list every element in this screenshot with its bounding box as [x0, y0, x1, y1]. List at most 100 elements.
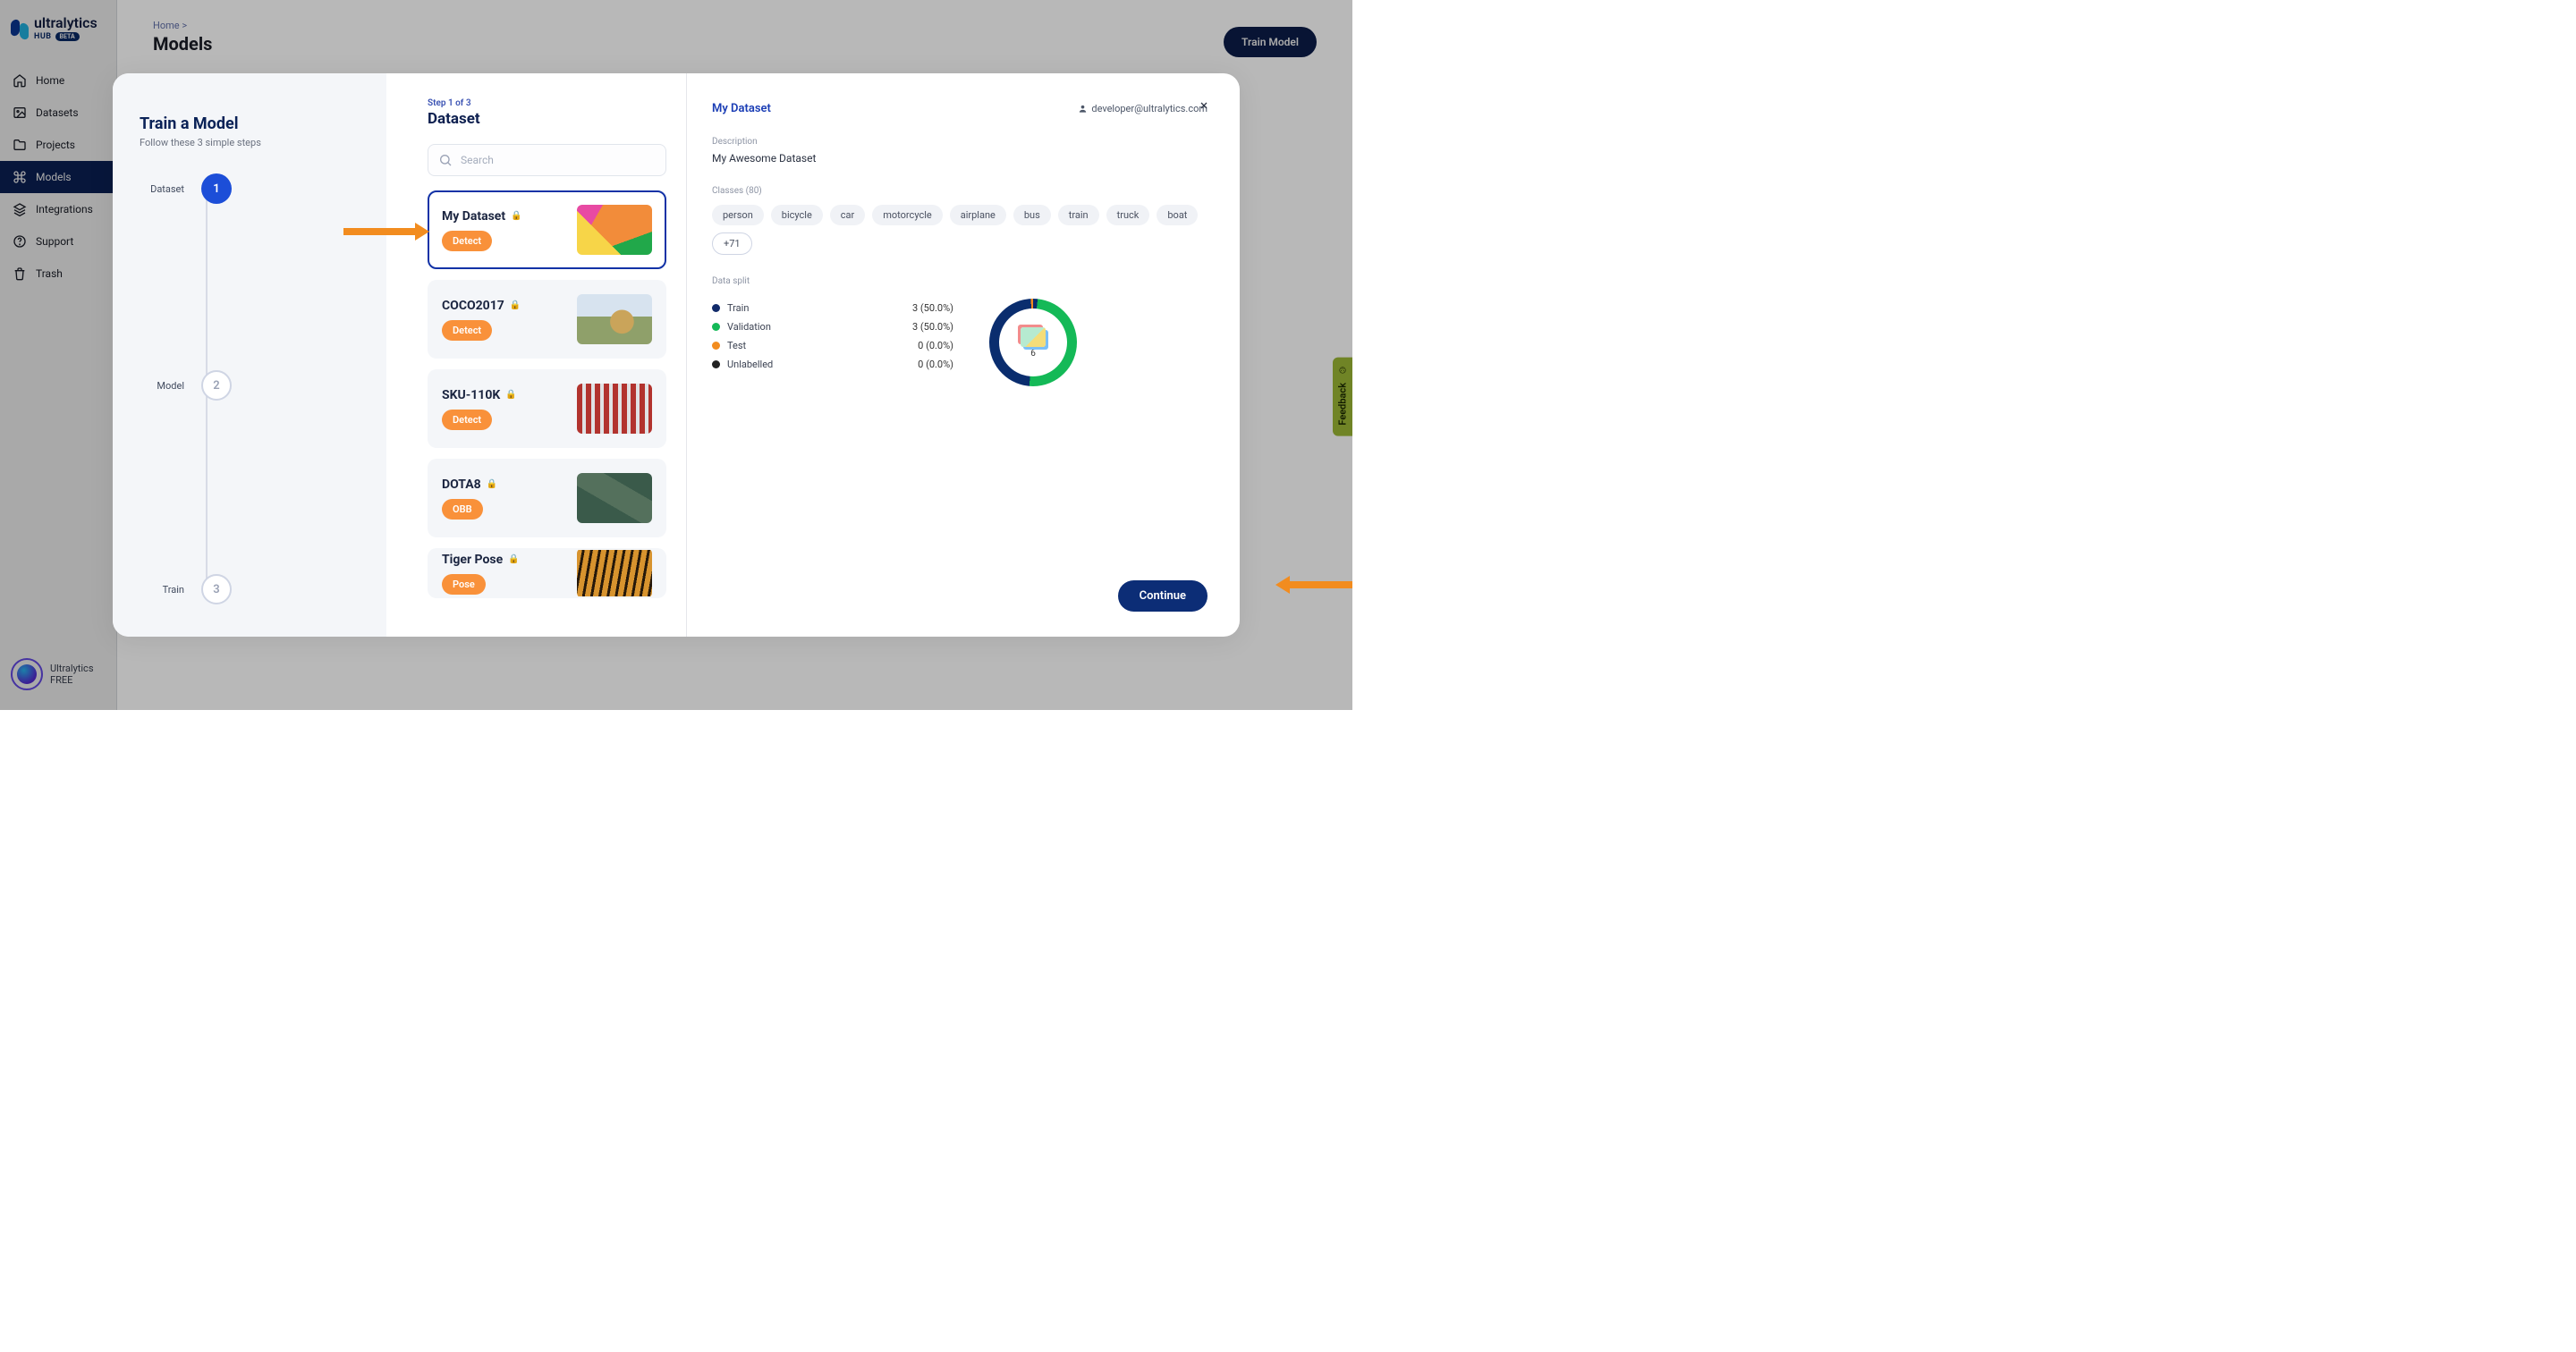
nav-models-label: Models [36, 171, 72, 183]
step-dataset[interactable]: Dataset 1 [140, 173, 232, 204]
home-icon [13, 73, 27, 88]
dataset-tag: Detect [442, 410, 492, 430]
nav-trash[interactable]: Trash [0, 258, 116, 290]
nav-support[interactable]: Support [0, 225, 116, 258]
dataset-card-coco2017[interactable]: COCO2017🔒 Detect [428, 280, 666, 359]
user-footer[interactable]: Ultralytics FREE [0, 649, 116, 699]
nav: Home Datasets Projects Models Integratio… [0, 64, 116, 290]
step-train[interactable]: Train 3 [140, 574, 232, 604]
panel-title: Dataset [428, 110, 666, 128]
dataset-list-panel: Step 1 of 3 Dataset My Dataset 🔒 Detect C… [386, 73, 687, 637]
dot-icon [712, 304, 720, 312]
logo-brand-text: ultralytics [34, 16, 97, 30]
dot-icon [712, 360, 720, 368]
dataset-card-tigerpose[interactable]: Tiger Pose🔒 Pose [428, 548, 666, 598]
user-icon [1078, 104, 1088, 114]
dataset-detail-panel: My Dataset developer@ultralytics.com Des… [687, 73, 1240, 637]
train-modal: Train a Model Follow these 3 simple step… [113, 73, 1240, 637]
split-row-train: Train 3 (50.0%) [712, 299, 953, 317]
dataset-card-dota8[interactable]: DOTA8🔒 OBB [428, 459, 666, 537]
detail-owner-email: developer@ultralytics.com [1078, 103, 1208, 114]
dataset-name: My Dataset [442, 209, 505, 224]
nav-home[interactable]: Home [0, 64, 116, 97]
feedback-tab[interactable]: Feedback [1333, 358, 1352, 436]
dataset-name: Tiger Pose [442, 553, 503, 567]
nav-projects[interactable]: Projects [0, 129, 116, 161]
class-chip: boat [1157, 205, 1198, 225]
dataset-tag: Pose [442, 574, 486, 595]
logo-mark-icon [11, 18, 29, 39]
class-chip: airplane [950, 205, 1006, 225]
nav-trash-label: Trash [36, 267, 63, 280]
annotation-arrow-continue [1275, 580, 1352, 589]
breadcrumb[interactable]: Home > [153, 20, 1317, 31]
step-model-dot: 2 [201, 370, 232, 401]
logo-hub-text: HUB [34, 32, 52, 41]
nav-datasets[interactable]: Datasets [0, 97, 116, 129]
split-name: Train [727, 302, 912, 314]
donut-count: 6 [1030, 349, 1036, 359]
nav-models[interactable]: Models [0, 161, 116, 193]
folder-icon [13, 138, 27, 152]
nav-integrations-label: Integrations [36, 203, 93, 215]
class-chip: truck [1106, 205, 1150, 225]
close-modal-button[interactable] [1193, 95, 1215, 116]
class-chip-more[interactable]: +71 [712, 232, 752, 255]
dataset-thumbnail [577, 548, 652, 598]
command-icon [13, 170, 27, 184]
page-title: Models [153, 33, 1317, 55]
split-value: 0 (0.0%) [918, 340, 953, 351]
train-model-button[interactable]: Train Model [1224, 27, 1317, 57]
trash-icon [13, 266, 27, 281]
continue-button[interactable]: Continue [1118, 580, 1208, 612]
dot-icon [712, 342, 720, 350]
annotation-arrow-select-dataset [343, 227, 429, 236]
classes-label: Classes (80) [712, 186, 1208, 196]
step-train-label: Train [140, 584, 184, 596]
nav-home-label: Home [36, 74, 64, 87]
split-label: Data split [712, 276, 1208, 286]
step-model[interactable]: Model 2 [140, 370, 232, 401]
dataset-name: DOTA8 [442, 477, 481, 492]
dataset-name: SKU-110K [442, 388, 500, 402]
step-train-dot: 3 [201, 574, 232, 604]
image-icon [13, 106, 27, 120]
split-name: Unlabelled [727, 359, 918, 370]
class-chips: person bicycle car motorcycle airplane b… [712, 205, 1208, 255]
dataset-thumbnail [577, 205, 652, 255]
user-plan: FREE [50, 674, 94, 686]
lock-icon: 🔒 [511, 211, 521, 221]
breadcrumb-home[interactable]: Home [153, 20, 180, 31]
help-icon [13, 234, 27, 249]
split-name: Validation [727, 321, 912, 333]
search-icon [438, 153, 453, 167]
class-chip: train [1058, 205, 1099, 225]
avatar [11, 658, 43, 690]
dataset-tag: OBB [442, 499, 483, 520]
step-indicator: Step 1 of 3 [428, 98, 666, 108]
split-row-validation: Validation 3 (50.0%) [712, 317, 953, 336]
dataset-thumbnail [577, 294, 652, 344]
stepper: Dataset 1 Model 2 Train 3 [140, 173, 360, 594]
description-label: Description [712, 137, 1208, 147]
sidebar: ultralytics HUB BETA Home Datasets Proje… [0, 0, 117, 710]
modal-subtitle: Follow these 3 simple steps [140, 137, 360, 148]
split-row-test: Test 0 (0.0%) [712, 336, 953, 355]
description-value: My Awesome Dataset [712, 152, 1208, 165]
logo-beta-badge: BETA [55, 32, 80, 41]
user-name: Ultralytics [50, 663, 94, 674]
lock-icon: 🔒 [505, 390, 516, 400]
dataset-card-my-dataset[interactable]: My Dataset🔒 Detect [428, 190, 666, 269]
split-value: 3 (50.0%) [912, 302, 953, 314]
nav-support-label: Support [36, 235, 73, 248]
dataset-thumbnail [577, 473, 652, 523]
step-dataset-dot: 1 [201, 173, 232, 204]
dataset-name: COCO2017 [442, 299, 504, 313]
dataset-card-sku110k[interactable]: SKU-110K 🔒 Detect [428, 369, 666, 448]
search-input[interactable] [428, 144, 666, 176]
split-row-unlabelled: Unlabelled 0 (0.0%) [712, 355, 953, 374]
dataset-thumbnail [577, 384, 652, 434]
lock-icon: 🔒 [510, 300, 521, 310]
nav-integrations[interactable]: Integrations [0, 193, 116, 225]
modal-title: Train a Model [140, 114, 360, 133]
